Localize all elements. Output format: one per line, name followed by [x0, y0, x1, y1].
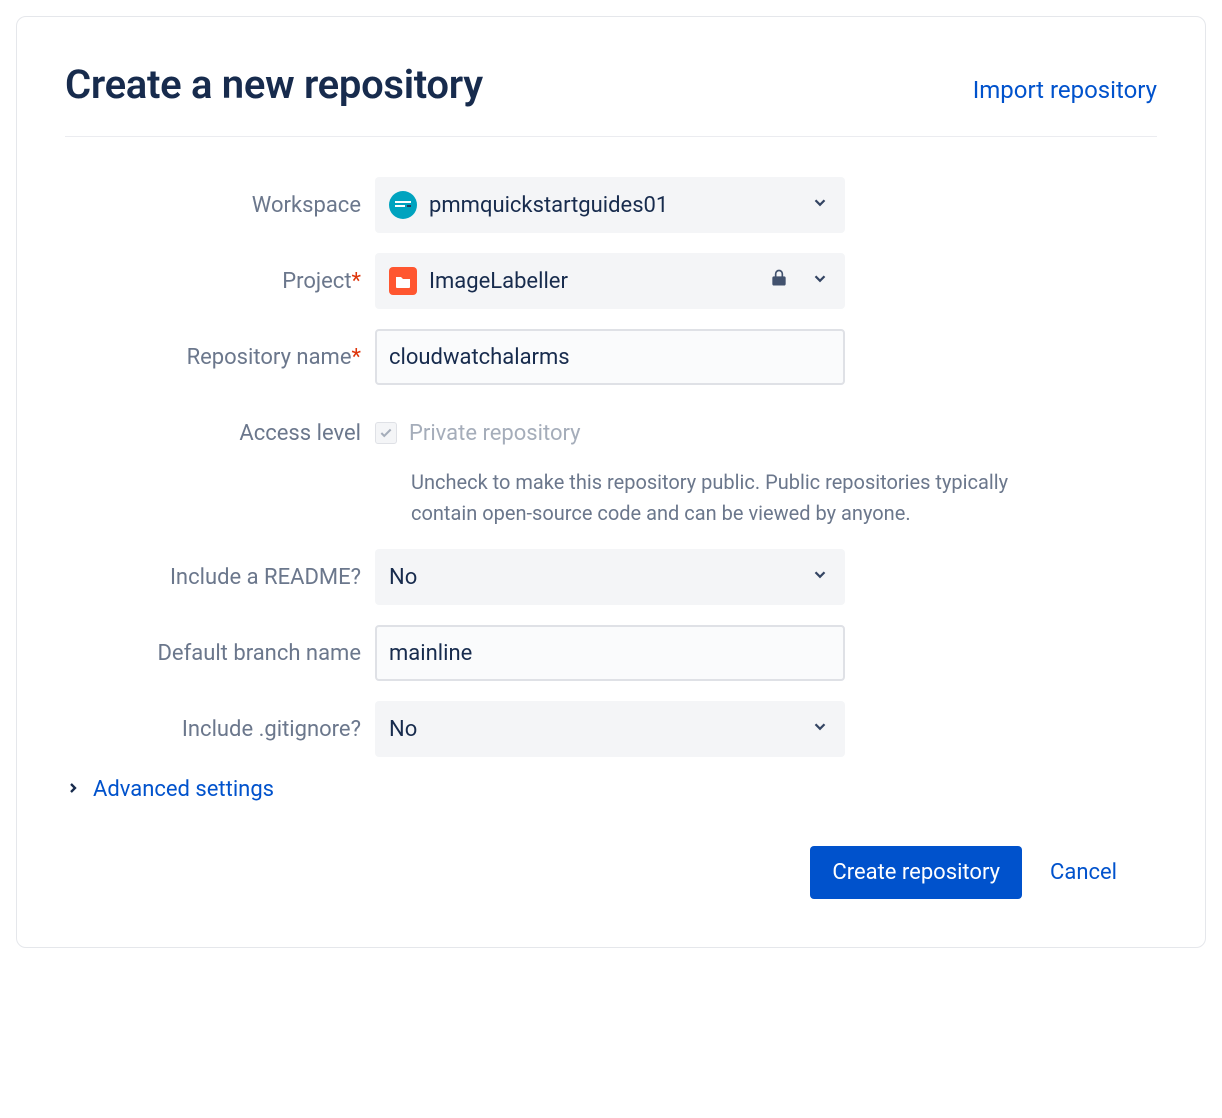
row-access-level: Access level Private repository Uncheck …	[65, 405, 1157, 529]
row-project: Project* ImageLabeller	[65, 253, 1157, 309]
advanced-settings-toggle[interactable]: Advanced settings	[65, 777, 1157, 802]
include-gitignore-select[interactable]: No	[375, 701, 845, 757]
label-default-branch: Default branch name	[65, 625, 375, 669]
cancel-button[interactable]: Cancel	[1050, 860, 1117, 885]
chevron-down-icon	[811, 193, 829, 218]
label-access-level: Access level	[65, 405, 375, 449]
create-repo-form: Workspace pmmquickstartguides01 Project*	[65, 177, 1157, 899]
workspace-value: pmmquickstartguides01	[429, 193, 668, 218]
row-repo-name: Repository name*	[65, 329, 1157, 385]
private-checkbox	[375, 422, 397, 444]
lock-icon	[769, 268, 789, 294]
header: Create a new repository Import repositor…	[65, 61, 1157, 137]
row-workspace: Workspace pmmquickstartguides01	[65, 177, 1157, 233]
workspace-avatar-icon	[389, 191, 417, 219]
default-branch-input[interactable]	[375, 625, 845, 681]
row-default-branch: Default branch name	[65, 625, 1157, 681]
advanced-settings-label: Advanced settings	[93, 777, 274, 802]
import-repository-link[interactable]: Import repository	[973, 76, 1157, 104]
create-repo-card: Create a new repository Import repositor…	[16, 16, 1206, 948]
label-repo-name: Repository name*	[65, 329, 375, 373]
label-project: Project*	[65, 253, 375, 297]
project-avatar-icon	[389, 267, 417, 295]
create-repository-button[interactable]: Create repository	[810, 846, 1022, 899]
include-gitignore-value: No	[389, 717, 417, 742]
row-include-readme: Include a README? No	[65, 549, 1157, 605]
chevron-down-icon	[811, 565, 829, 590]
row-include-gitignore: Include .gitignore? No	[65, 701, 1157, 757]
label-workspace: Workspace	[65, 177, 375, 221]
project-select[interactable]: ImageLabeller	[375, 253, 845, 309]
chevron-right-icon	[65, 780, 81, 800]
chevron-down-icon	[811, 269, 829, 294]
label-include-readme: Include a README?	[65, 549, 375, 593]
page-title: Create a new repository	[65, 61, 483, 108]
include-readme-select[interactable]: No	[375, 549, 845, 605]
access-helper-text: Uncheck to make this repository public. …	[375, 467, 1015, 529]
workspace-select[interactable]: pmmquickstartguides01	[375, 177, 845, 233]
include-readme-value: No	[389, 565, 417, 590]
repo-name-input[interactable]	[375, 329, 845, 385]
chevron-down-icon	[811, 717, 829, 742]
label-include-gitignore: Include .gitignore?	[65, 701, 375, 745]
project-value: ImageLabeller	[429, 269, 568, 294]
private-repo-label: Private repository	[409, 421, 581, 446]
form-actions: Create repository Cancel	[65, 846, 1157, 899]
